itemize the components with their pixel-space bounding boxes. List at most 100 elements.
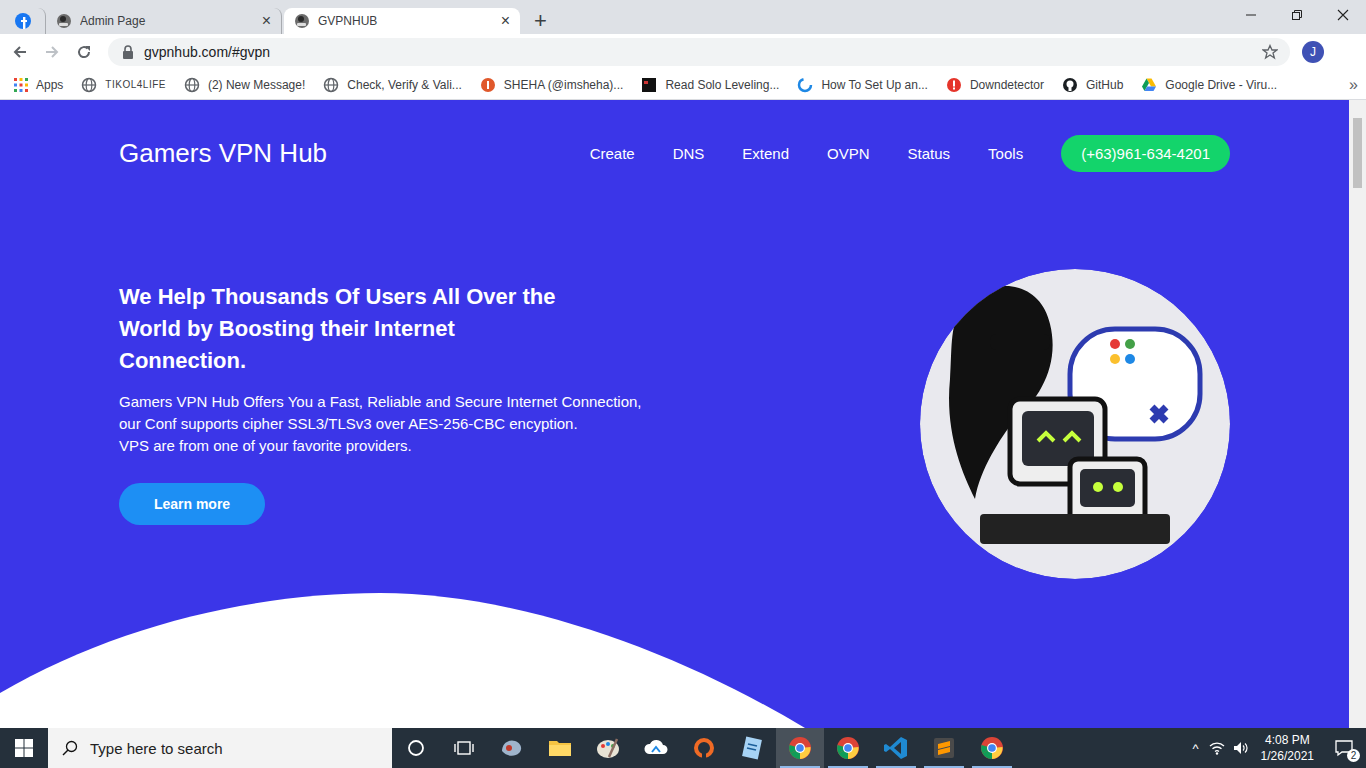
browser-tab[interactable]: GVPNHUB ×: [284, 8, 520, 34]
scrollbar-thumb[interactable]: [1353, 118, 1362, 188]
taskbar-app[interactable]: [632, 728, 680, 768]
notification-center-button[interactable]: 2: [1322, 728, 1366, 768]
minimize-button[interactable]: [1228, 0, 1274, 30]
bookmark[interactable]: SHEHA (@imsheha)...: [480, 77, 624, 93]
hero-description: Gamers VPN Hub Offers You a Fast, Reliab…: [119, 391, 642, 457]
app-icon: [499, 735, 525, 761]
taskbar-app[interactable]: [824, 728, 872, 768]
site-favicon-icon: [56, 13, 72, 29]
reload-button[interactable]: [70, 38, 98, 66]
description-line: VPS are from one of your favorite provid…: [119, 435, 642, 457]
nav-link[interactable]: Create: [590, 145, 635, 162]
nav-link[interactable]: DNS: [673, 145, 705, 162]
bookmark-label: Google Drive - Viru...: [1165, 78, 1277, 92]
sublime-icon: [931, 735, 957, 761]
browser-tab[interactable]: Admin Page ×: [46, 8, 282, 34]
running-indicator: [876, 766, 916, 768]
hero-logo-image: [920, 269, 1230, 579]
description-line: our Conf supports cipher SSL3/TLSv3 over…: [119, 413, 642, 435]
running-indicator: [924, 766, 964, 768]
taskbar-app[interactable]: [584, 728, 632, 768]
nav-link[interactable]: Tools: [988, 145, 1023, 162]
hero-heading: We Help Thousands Of Users All Over the …: [119, 281, 559, 377]
bookmark[interactable]: TIKOL4LIFE: [81, 77, 166, 93]
wave-decoration: [0, 593, 820, 728]
bookmarks-overflow-button[interactable]: »: [1349, 76, 1358, 94]
taskbar-app[interactable]: [488, 728, 536, 768]
taskbar-search-box[interactable]: Type here to search: [48, 728, 392, 768]
nav-link[interactable]: OVPN: [827, 145, 870, 162]
hero-section: Gamers VPN Hub Create DNS Extend OVPN Status…: [0, 100, 1349, 728]
address-bar[interactable]: gvpnhub.com/#gvpn: [108, 38, 1290, 66]
taskbar-app[interactable]: [872, 728, 920, 768]
taskbar-app[interactable]: [968, 728, 1016, 768]
bookmark[interactable]: Apps: [14, 78, 63, 92]
facebook-icon: [15, 13, 31, 29]
forward-button[interactable]: [38, 38, 66, 66]
start-button[interactable]: [0, 728, 48, 768]
file-explorer-icon: [547, 735, 573, 761]
downdetector-icon: [946, 77, 962, 93]
globe-icon: [184, 77, 200, 93]
pinned-tab[interactable]: [0, 8, 46, 34]
bookmark-label: Read Solo Leveling...: [665, 78, 779, 92]
tab-close-button[interactable]: ×: [262, 13, 271, 29]
cortana-circle-icon: [407, 739, 425, 757]
clock-time: 4:08 PM: [1265, 732, 1310, 748]
web-page: Gamers VPN Hub Create DNS Extend OVPN Status…: [0, 100, 1366, 728]
new-tab-button[interactable]: +: [534, 10, 547, 32]
search-icon: [62, 740, 78, 756]
running-indicator: [972, 766, 1012, 768]
globe-icon: [81, 77, 97, 93]
bookmark[interactable]: Check, Verify & Vali...: [323, 77, 462, 93]
tab-close-button[interactable]: ×: [501, 13, 510, 29]
tray-overflow-button[interactable]: ^: [1187, 741, 1205, 756]
site-header: Gamers VPN Hub Create DNS Extend OVPN Status…: [0, 133, 1349, 173]
bookmark[interactable]: (2) New Message!: [184, 77, 305, 93]
bookmark[interactable]: GitHub: [1062, 77, 1123, 93]
bookmark[interactable]: Downdetector: [946, 77, 1044, 93]
back-button[interactable]: [6, 38, 34, 66]
manga-site-icon: [641, 77, 657, 93]
taskbar-app[interactable]: [920, 728, 968, 768]
learn-more-button[interactable]: Learn more: [119, 483, 265, 525]
bookmark-label: Check, Verify & Vali...: [347, 78, 462, 92]
site-favicon-icon: [294, 13, 310, 29]
network-button[interactable]: [1205, 741, 1229, 755]
task-view-button[interactable]: [440, 728, 488, 768]
address-text: gvpnhub.com/#gvpn: [144, 44, 1252, 60]
volume-button[interactable]: [1229, 741, 1253, 755]
vscode-icon: [883, 735, 909, 761]
running-indicator: [780, 766, 820, 768]
taskbar-app[interactable]: [680, 728, 728, 768]
close-icon: [1337, 9, 1349, 21]
minimize-icon: [1245, 9, 1257, 21]
phone-button[interactable]: (+63)961-634-4201: [1061, 135, 1230, 172]
bookmark[interactable]: How To Set Up an...: [797, 77, 928, 93]
site-logo[interactable]: Gamers VPN Hub: [119, 138, 327, 169]
restore-button[interactable]: [1274, 0, 1320, 30]
speaker-icon: [1233, 741, 1249, 755]
star-icon[interactable]: [1262, 44, 1278, 60]
taskbar-app[interactable]: [536, 728, 584, 768]
clock[interactable]: 4:08 PM 1/26/2021: [1253, 732, 1322, 764]
profile-avatar[interactable]: J: [1302, 41, 1324, 63]
forward-arrow-icon: [44, 44, 60, 60]
nav-link[interactable]: Status: [908, 145, 951, 162]
wifi-icon: [1209, 741, 1225, 755]
nav-link[interactable]: Extend: [742, 145, 789, 162]
bookmark[interactable]: Google Drive - Viru...: [1141, 77, 1277, 93]
profile-site-icon: [480, 77, 496, 93]
bookmark-label: SHEHA (@imsheha)...: [504, 78, 624, 92]
description-line: Gamers VPN Hub Offers You a Fast, Reliab…: [119, 391, 642, 413]
tab-strip: Admin Page × GVPNHUB × +: [0, 0, 1366, 34]
taskbar-app[interactable]: [728, 728, 776, 768]
bookmark[interactable]: Read Solo Leveling...: [641, 77, 779, 93]
gamer-mascot-icon: [920, 269, 1230, 579]
taskbar-app[interactable]: [776, 728, 824, 768]
taskbar: Type here to search ^ 4:08 PM 1/26/2021 …: [0, 728, 1366, 768]
close-button[interactable]: [1320, 0, 1366, 30]
cortana-button[interactable]: [392, 728, 440, 768]
chrome-icon: [979, 735, 1005, 761]
scrollbar[interactable]: [1349, 100, 1366, 728]
